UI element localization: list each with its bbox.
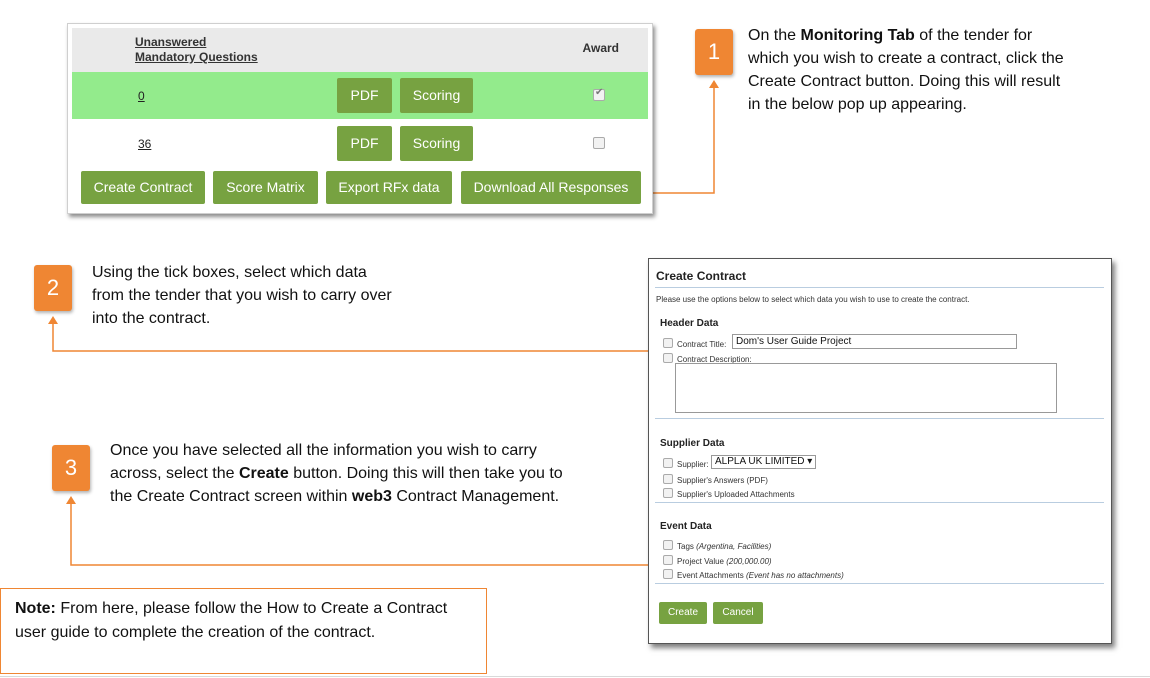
step-1-badge: 1 [695,29,733,75]
supplier-option: Supplier: [663,457,709,469]
popup-intro: Please use the options below to select w… [656,295,970,304]
unanswered-count-link[interactable]: 0 [138,89,145,103]
project-value-checkbox[interactable] [663,555,673,565]
step-1-text: On the Monitoring Tab of the tender for … [748,27,1064,113]
contract-title-checkbox[interactable] [663,338,673,348]
step-2-text: Using the tick boxes, select which data … [92,264,392,327]
contract-title-input[interactable]: Dom's User Guide Project [732,334,1017,349]
project-value-option: Project Value (200,000.00) [663,554,772,566]
popup-title: Create Contract [656,269,747,283]
award-checkbox[interactable] [593,137,605,149]
step-3-text: Once you have selected all the informati… [110,442,563,505]
header-data-heading: Header Data [660,318,719,329]
supplier-data-heading: Supplier Data [660,438,725,449]
create-contract-popup: Create Contract Please use the options b… [648,258,1112,644]
supplier-select[interactable]: ALPLA UK LIMITED ▾ [711,455,817,469]
scoring-button[interactable]: Scoring [400,78,473,113]
divider [655,583,1104,584]
tags-checkbox[interactable] [663,540,673,550]
supplier-attachments-option: Supplier's Uploaded Attachments [663,487,795,499]
step-2-badge: 2 [34,265,72,311]
scoring-button[interactable]: Scoring [400,126,473,161]
chevron-down-icon: ▾ [807,456,813,467]
divider [655,418,1104,419]
divider [0,676,1150,677]
award-checkbox[interactable] [593,87,605,101]
column-header-award: Award [582,41,619,55]
unanswered-count-link[interactable]: 36 [138,137,151,151]
event-attachments-checkbox[interactable] [663,569,673,579]
supplier-answers-checkbox[interactable] [663,474,673,484]
table-row: 36 PDF Scoring [72,120,648,167]
monitoring-tab-screenshot: Unanswered Mandatory Questions Award 0 P… [67,23,653,214]
contract-description-textarea[interactable] [675,363,1057,413]
step-3-badge: 3 [52,445,90,491]
contract-description-checkbox[interactable] [663,353,673,363]
pdf-button[interactable]: PDF [337,78,392,113]
note-box: Note: From here, please follow the How t… [0,588,487,674]
note-text: Note: From here, please follow the How t… [15,600,448,641]
create-contract-button[interactable]: Create Contract [81,171,205,204]
pdf-button[interactable]: PDF [337,126,392,161]
event-attachments-option: Event Attachments (Event has no attachme… [663,568,844,580]
cancel-button[interactable]: Cancel [713,602,763,624]
table-header: Unanswered Mandatory Questions Award [72,28,648,72]
supplier-checkbox[interactable] [663,458,673,468]
divider [655,287,1104,288]
divider [655,502,1104,503]
event-data-heading: Event Data [660,521,712,532]
column-header-unanswered[interactable]: Unanswered Mandatory Questions [135,35,258,65]
tags-option: Tags (Argentina, Facilities) [663,539,771,551]
download-all-responses-button[interactable]: Download All Responses [461,171,641,204]
supplier-answers-option: Supplier's Answers (PDF) [663,473,768,485]
contract-title-option: Contract Title: [663,337,726,349]
table-row: 0 PDF Scoring [72,72,648,119]
supplier-attachments-checkbox[interactable] [663,488,673,498]
create-button[interactable]: Create [659,602,707,624]
export-rfx-button[interactable]: Export RFx data [326,171,452,204]
score-matrix-button[interactable]: Score Matrix [213,171,318,204]
